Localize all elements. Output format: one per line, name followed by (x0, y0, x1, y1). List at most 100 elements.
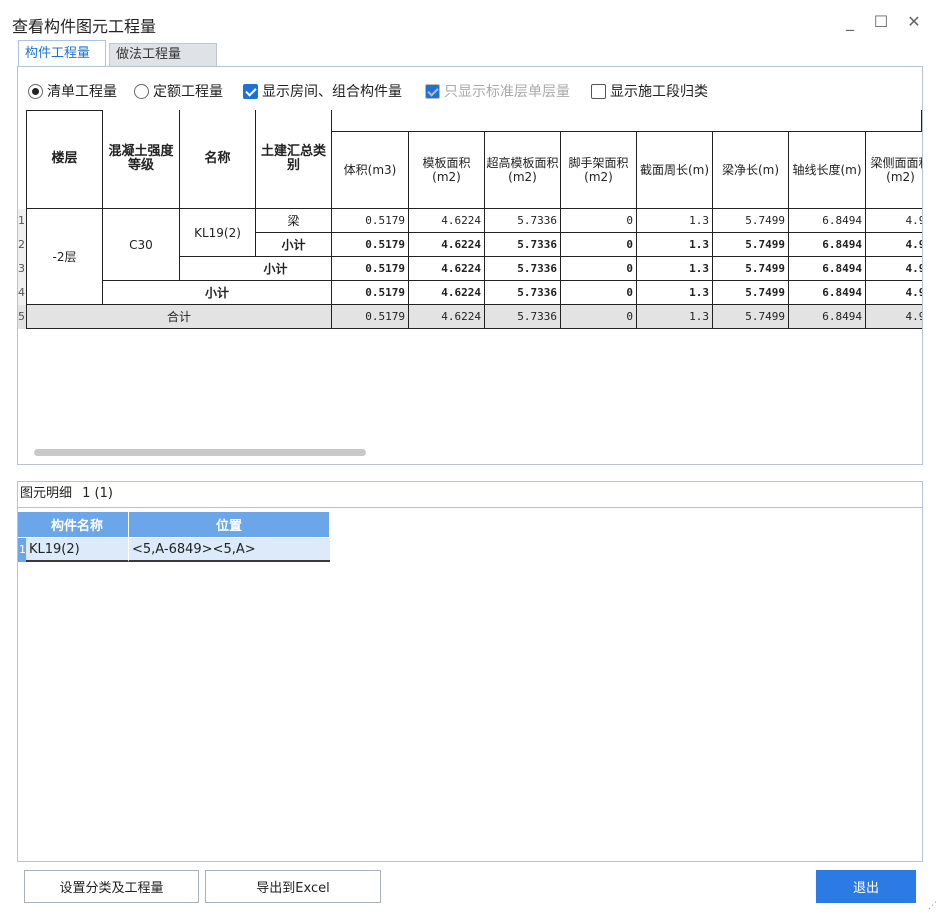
cell-category[interactable]: 梁 (256, 209, 332, 233)
detail-header-name[interactable]: 构件名称 (26, 512, 129, 537)
detail-panel: 图元明细 1 (1) 构件名称 位置 1 KL19(2) <5,A-6849><… (17, 481, 923, 862)
detail-count: 1 (1) (82, 486, 113, 501)
cell-subtotal[interactable]: 小计 (180, 257, 332, 281)
cell-axis-len[interactable]: 6.8494 (789, 305, 866, 329)
cell-perimeter[interactable]: 1.3 (637, 209, 713, 233)
cell-side-area[interactable]: 4.95 (866, 305, 922, 329)
tab-component-quantity[interactable]: 构件工程量 (18, 40, 106, 67)
close-icon[interactable]: ✕ (902, 10, 926, 34)
cell-name[interactable]: KL19(2) (180, 209, 256, 257)
row-number: 2 (18, 233, 26, 257)
radio-selected-icon[interactable] (28, 83, 43, 99)
tab-method-quantity[interactable]: 做法工程量 (109, 43, 217, 67)
cell-scaffold[interactable]: 0 (561, 281, 637, 305)
cell-perimeter[interactable]: 1.3 (637, 233, 713, 257)
cell-high-form[interactable]: 5.7336 (485, 281, 561, 305)
title-bar: 查看构件图元工程量 _ ☐ ✕ (0, 0, 940, 40)
checkbox-disabled-icon (425, 83, 440, 99)
header-side-area: 梁侧面面积(m2) (866, 132, 922, 209)
radio-bill-label: 清单工程量 (47, 84, 117, 100)
header-high-formwork: 超高模板面积(m2) (485, 132, 561, 209)
cell-side-area[interactable]: 4.95 (866, 281, 922, 305)
cell-formwork[interactable]: 4.6224 (409, 257, 485, 281)
checkbox-show-room-label: 显示房间、组合构件量 (262, 84, 402, 100)
settings-button[interactable]: 设置分类及工程量 (24, 870, 199, 903)
cell-formwork[interactable]: 4.6224 (409, 233, 485, 257)
cell-scaffold[interactable]: 0 (561, 233, 637, 257)
horizontal-scrollbar[interactable] (34, 449, 366, 456)
quantity-table[interactable]: 楼层 混凝土强度等级 名称 土建汇总类别 体积(m3) 模板面积(m2) 超高模… (18, 110, 922, 362)
cell-high-form[interactable]: 5.7336 (485, 257, 561, 281)
detail-header-position[interactable]: 位置 (129, 512, 330, 537)
cell-total[interactable]: 合计 (26, 305, 332, 329)
radio-icon[interactable] (134, 83, 149, 99)
radio-quota-label: 定额工程量 (153, 84, 223, 100)
row-number: 5 (18, 305, 26, 329)
cell-side-area[interactable]: 4.95 (866, 209, 922, 233)
detail-header: 图元明细 1 (1) (18, 482, 922, 508)
row-number: 4 (18, 281, 26, 305)
cell-concrete[interactable]: C30 (103, 209, 180, 281)
header-perimeter: 截面周长(m) (637, 132, 713, 209)
radio-quota-quantity[interactable]: 定额工程量 (134, 81, 223, 101)
cell-subtotal[interactable]: 小计 (103, 281, 332, 305)
checkbox-icon[interactable] (591, 83, 606, 99)
row-number: 1 (18, 209, 26, 233)
cell-subtotal[interactable]: 小计 (256, 233, 332, 257)
cell-volume[interactable]: 0.5179 (332, 281, 409, 305)
checkbox-stage-label: 显示施工段归类 (610, 84, 708, 100)
radio-bill-quantity[interactable]: 清单工程量 (28, 81, 117, 101)
header-floor: 楼层 (26, 110, 103, 209)
cell-axis-len[interactable]: 6.8494 (789, 257, 866, 281)
header-axis-length: 轴线长度(m) (789, 132, 866, 209)
row-number: 3 (18, 257, 26, 281)
cell-high-form[interactable]: 5.7336 (485, 209, 561, 233)
exit-button[interactable]: 退出 (816, 870, 916, 903)
cell-perimeter[interactable]: 1.3 (637, 281, 713, 305)
cell-side-area[interactable]: 4.95 (866, 257, 922, 281)
cell-volume[interactable]: 0.5179 (332, 305, 409, 329)
header-name: 名称 (180, 110, 256, 209)
cell-beam-len[interactable]: 5.7499 (713, 233, 789, 257)
cell-volume[interactable]: 0.5179 (332, 233, 409, 257)
checkbox-std-floor-label: 只显示标准层单层量 (444, 84, 570, 100)
cell-beam-len[interactable]: 5.7499 (713, 305, 789, 329)
header-beam-length: 梁净长(m) (713, 132, 789, 209)
cell-high-form[interactable]: 5.7336 (485, 305, 561, 329)
cell-axis-len[interactable]: 6.8494 (789, 281, 866, 305)
cell-high-form[interactable]: 5.7336 (485, 233, 561, 257)
cell-volume[interactable]: 0.5179 (332, 257, 409, 281)
detail-cell-name[interactable]: KL19(2) (26, 538, 129, 562)
detail-row-number: 1 (18, 538, 26, 562)
cell-scaffold[interactable]: 0 (561, 305, 637, 329)
cell-beam-len[interactable]: 5.7499 (713, 257, 789, 281)
cell-perimeter[interactable]: 1.3 (637, 257, 713, 281)
checkbox-show-room[interactable]: 显示房间、组合构件量 (243, 81, 402, 101)
checkbox-std-floor: 只显示标准层单层量 (425, 81, 570, 101)
cell-axis-len[interactable]: 6.8494 (789, 233, 866, 257)
cell-formwork[interactable]: 4.6224 (409, 281, 485, 305)
minimize-icon[interactable]: _ (838, 10, 862, 34)
export-excel-button[interactable]: 导出到Excel (205, 870, 381, 903)
resize-grip-icon[interactable]: ⋰ (928, 901, 938, 911)
cell-volume[interactable]: 0.5179 (332, 209, 409, 233)
cell-beam-len[interactable]: 5.7499 (713, 281, 789, 305)
cell-scaffold[interactable]: 0 (561, 257, 637, 281)
cell-floor[interactable]: -2层 (26, 209, 103, 305)
header-volume: 体积(m3) (332, 132, 409, 209)
cell-perimeter[interactable]: 1.3 (637, 305, 713, 329)
header-category: 土建汇总类别 (256, 110, 332, 209)
cell-formwork[interactable]: 4.6224 (409, 305, 485, 329)
header-group-band (332, 110, 922, 132)
detail-title: 图元明细 (20, 486, 73, 501)
detail-corner (18, 512, 26, 537)
cell-beam-len[interactable]: 5.7499 (713, 209, 789, 233)
cell-axis-len[interactable]: 6.8494 (789, 209, 866, 233)
cell-side-area[interactable]: 4.95 (866, 233, 922, 257)
detail-cell-position[interactable]: <5,A-6849><5,A> (129, 538, 330, 562)
cell-scaffold[interactable]: 0 (561, 209, 637, 233)
checkbox-stage[interactable]: 显示施工段归类 (591, 81, 708, 101)
checkbox-checked-icon[interactable] (243, 83, 258, 99)
cell-formwork[interactable]: 4.6224 (409, 209, 485, 233)
maximize-icon[interactable]: ☐ (869, 10, 893, 34)
